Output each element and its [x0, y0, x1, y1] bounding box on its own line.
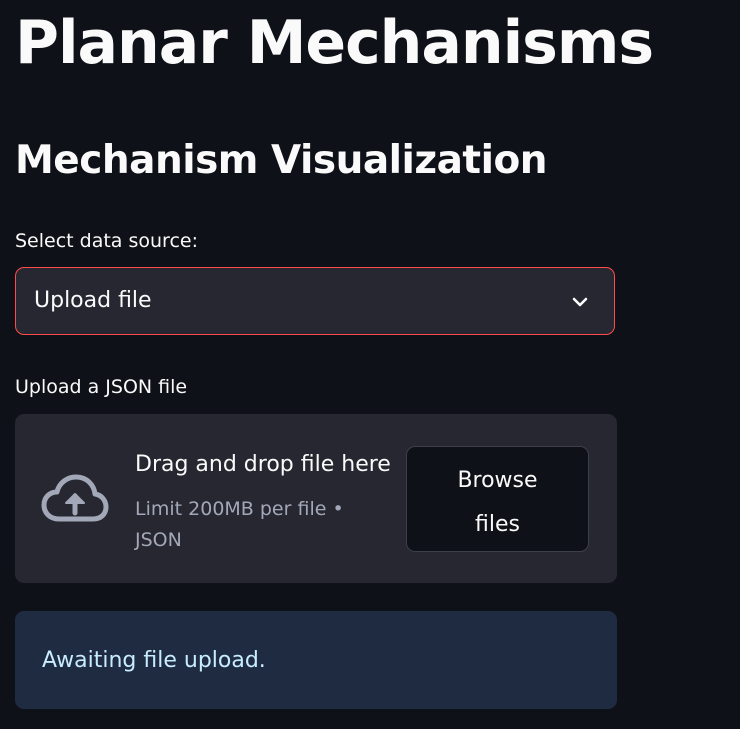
data-source-select[interactable]: Upload file: [15, 267, 615, 335]
info-alert: Awaiting file upload.: [15, 611, 617, 709]
dropzone-instructions: Drag and drop file here: [135, 452, 391, 477]
cloud-upload-icon: [41, 474, 109, 522]
data-source-selected-value: Upload file: [34, 288, 152, 313]
browse-files-label: Browse files: [457, 468, 538, 537]
data-source-label: Select data source:: [15, 230, 198, 252]
app-main: Planar Mechanisms Mechanism Visualizatio…: [0, 0, 740, 729]
section-heading: Mechanism Visualization: [15, 138, 548, 183]
browse-files-button[interactable]: Browse files: [406, 446, 589, 552]
chevron-down-icon: [572, 297, 588, 307]
file-dropzone[interactable]: Drag and drop file here Limit 200MB per …: [15, 414, 617, 583]
file-uploader-label: Upload a JSON file: [15, 376, 188, 398]
page-title: Planar Mechanisms: [15, 8, 654, 78]
status-message: Awaiting file upload.: [42, 648, 266, 673]
dropzone-limit-text: Limit 200MB per file • JSON: [135, 498, 344, 551]
